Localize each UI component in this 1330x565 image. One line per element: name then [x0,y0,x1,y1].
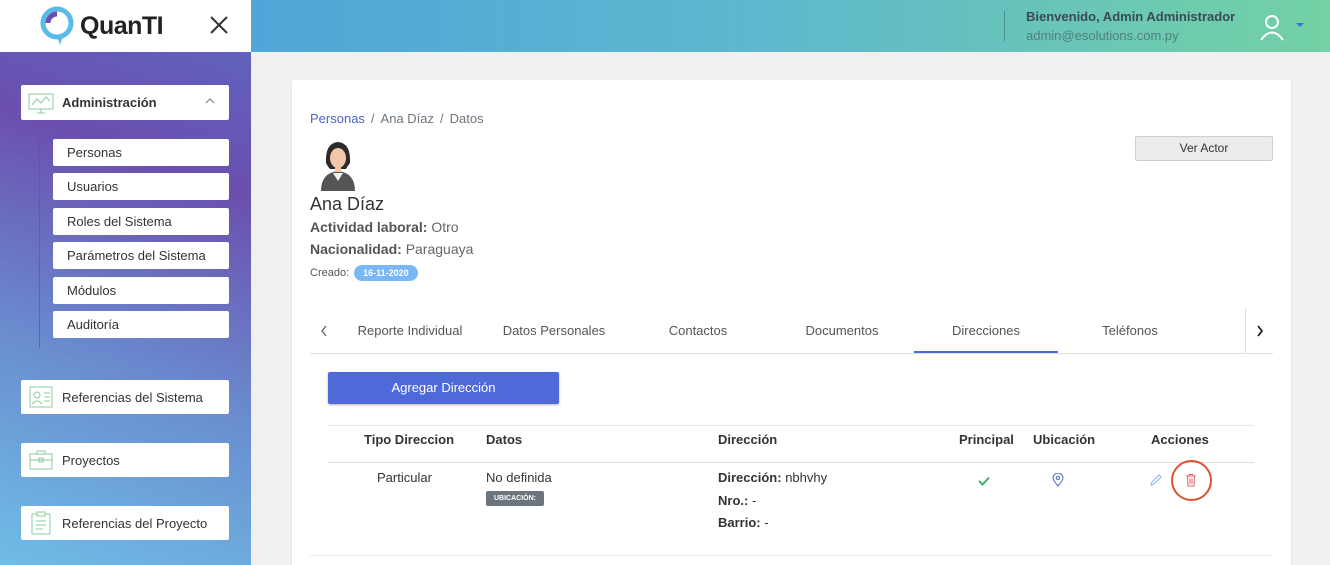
chevron-left-icon [321,325,327,337]
tabs-scroll-left[interactable] [310,309,338,353]
tab-reporte-individual[interactable]: Reporte Individual [348,309,472,353]
welcome-text: Bienvenido, Admin Administrador [1026,9,1236,24]
dir-label: Dirección: [718,470,782,485]
logo-text: QuanTI [80,11,164,40]
created-date-badge: 16-11-2020 [354,265,418,281]
breadcrumb-separator: / [440,111,444,126]
tab-direcciones[interactable]: Direcciones [914,309,1058,353]
tab-datos-personales[interactable]: Datos Personales [482,309,626,353]
sidebar-item-personas[interactable]: Personas [53,139,229,166]
th-ubicacion: Ubicación [1033,432,1096,447]
chevron-up-icon [205,98,215,104]
table-bottom-border [310,555,1273,556]
tabs-scroll-right[interactable] [1245,309,1273,353]
cell-nro: Nro.: - [718,493,756,508]
tab-documentos[interactable]: Documentos [770,309,914,353]
sidebar: QuanTI Administración Personas Usuarios … [0,0,251,565]
menu-proyectos-label: Proyectos [62,452,120,468]
close-icon[interactable] [206,12,232,38]
created-label: Creado: [310,267,350,279]
tab-telefonos[interactable]: Teléfonos [1058,309,1202,353]
cell-datos: No definida [486,470,552,485]
barrio-label: Barrio: [718,515,761,530]
ver-actor-button[interactable]: Ver Actor [1135,136,1273,161]
breadcrumb-person: Ana Díaz [380,111,435,126]
tab-contactos[interactable]: Contactos [626,309,770,353]
nro-label: Nro.: [718,493,749,508]
field-actividad: Actividad laboral: Otro [310,219,459,235]
menu-referencias-proyecto[interactable]: Referencias del Proyecto [21,506,229,540]
user-caret-icon[interactable] [1296,23,1304,27]
delete-highlight-ring [1171,460,1212,501]
clipboard-icon [31,511,51,535]
add-direccion-button[interactable]: Agregar Dirección [328,372,559,404]
field-nacionalidad: Nacionalidad: Paraguaya [310,241,473,257]
created-row: Creado: 16-11-2020 [310,265,418,281]
tabs: Reporte Individual Datos Personales Cont… [310,309,1273,354]
sidebar-item-modulos[interactable]: Módulos [53,277,229,304]
menu-proyectos[interactable]: Proyectos [21,443,229,477]
dir-value: nbhvhy [785,470,828,485]
user-icon[interactable] [1258,13,1286,41]
topbar-divider [1004,11,1005,41]
actividad-value: Otro [431,219,459,235]
menu-referencias-proyecto-label: Referencias del Proyecto [62,515,208,531]
check-icon [978,476,990,486]
referencias-icon [29,386,53,408]
cell-tipo: Particular [377,470,432,485]
ubicacion-badge: UBICACIÓN: [486,491,544,506]
menu-administracion[interactable]: Administración [21,85,229,120]
logo-q-icon [40,6,74,45]
th-acciones: Acciones [1151,432,1209,447]
avatar [321,142,355,191]
menu-referencias-sistema[interactable]: Referencias del Sistema [21,380,229,414]
breadcrumb: Personas / Ana Díaz / Datos [310,111,484,126]
user-email: admin@esolutions.com.py [1026,28,1179,43]
proyectos-icon [29,450,53,470]
table-top-border [328,425,1254,426]
edit-icon[interactable] [1149,473,1163,487]
topbar [251,0,1330,52]
person-name: Ana Díaz [310,194,385,214]
menu-referencias-sistema-label: Referencias del Sistema [62,389,203,405]
breadcrumb-separator: / [370,111,375,126]
map-pin-icon[interactable] [1051,473,1065,487]
sidebar-item-auditoria[interactable]: Auditoría [53,311,229,338]
administracion-icon [28,93,54,113]
th-datos: Datos [486,432,523,447]
table-header-border [328,462,1254,463]
breadcrumb-personas[interactable]: Personas [310,111,365,126]
sidebar-item-usuarios[interactable]: Usuarios [53,173,229,200]
nacionalidad-value: Paraguaya [405,241,474,257]
nacionalidad-label: Nacionalidad: [310,241,402,257]
th-direccion: Dirección [718,432,778,447]
submenu-line [39,120,40,348]
barrio-value: - [764,515,769,530]
nro-value: - [751,493,757,508]
th-tipo-direccion: Tipo Direccion [364,432,455,447]
logo-bar: QuanTI [0,0,251,52]
cell-barrio: Barrio: - [718,515,769,530]
sidebar-item-parametros[interactable]: Parámetros del Sistema [53,242,229,269]
chevron-right-icon [1256,325,1263,337]
breadcrumb-current: Datos [449,111,484,126]
th-principal: Principal [959,432,1014,447]
cell-direccion: Dirección: nbhvhy [718,470,827,485]
logo[interactable]: QuanTI [40,6,164,46]
actividad-label: Actividad laboral: [310,219,428,235]
menu-administracion-label: Administración [62,95,157,110]
sidebar-item-roles[interactable]: Roles del Sistema [53,208,229,235]
